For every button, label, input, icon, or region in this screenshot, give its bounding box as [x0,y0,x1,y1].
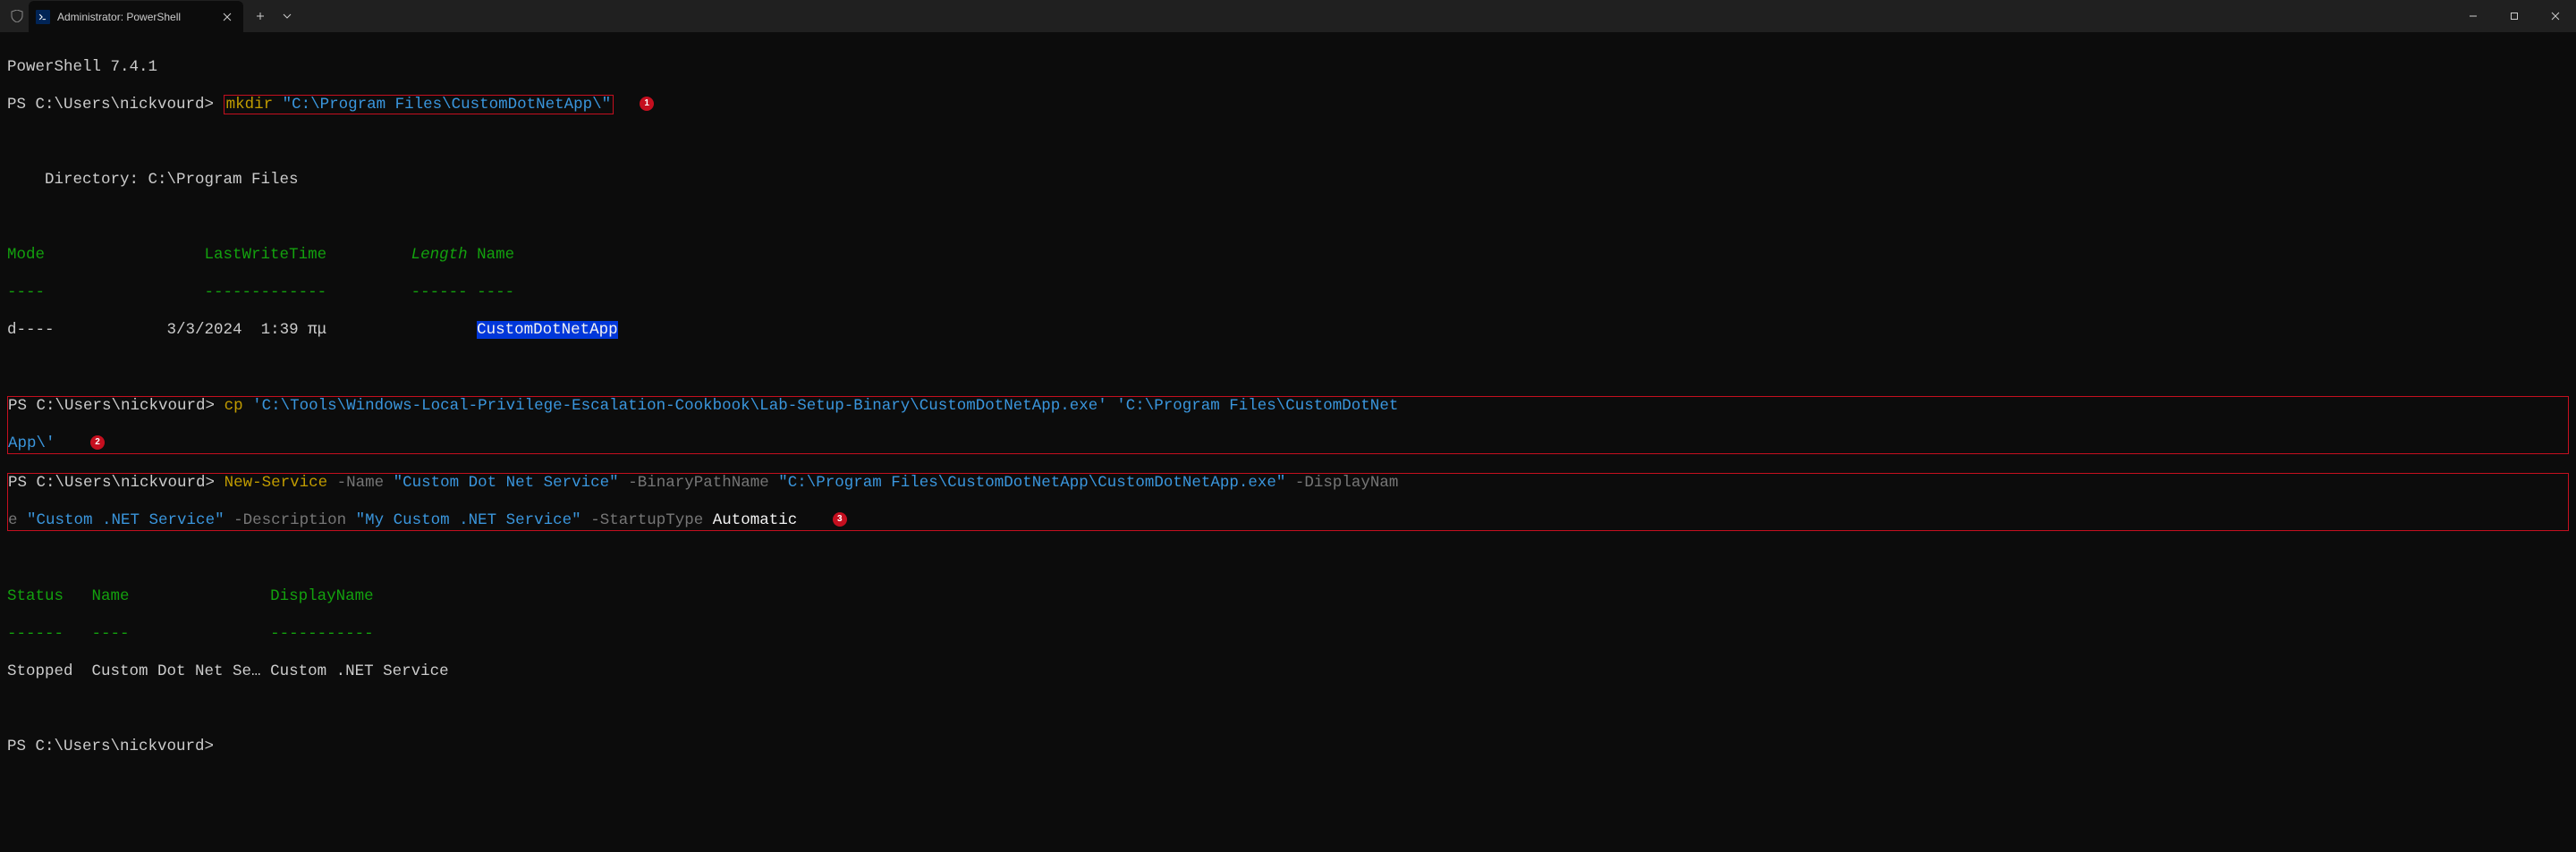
prompt-ready: PS C:\Users\nickvourd> [7,738,2569,756]
cmd-line-1: PS C:\Users\nickvourd> mkdir "C:\Program… [7,96,2569,114]
terminal-content[interactable]: PowerShell 7.4.1 PS C:\Users\nickvourd> … [0,32,2576,782]
cmd-line-3-box: PS C:\Users\nickvourd> New-Service -Name… [7,473,2569,531]
tab-dropdown-button[interactable] [274,3,301,30]
annotation-2: 2 [90,435,105,450]
maximize-button[interactable] [2494,0,2535,32]
service-table-row: Stopped Custom Dot Net Se… Custom .NET S… [7,662,2569,681]
tab-powershell[interactable]: Administrator: PowerShell [29,1,243,33]
dir-table-header: Mode LastWriteTime Length Name [7,246,2569,265]
cmd-line-2-box: PS C:\Users\nickvourd> cp 'C:\Tools\Wind… [7,396,2569,454]
window-controls [2453,0,2576,32]
created-dir-name: CustomDotNetApp [477,321,618,339]
minimize-button[interactable] [2453,0,2494,32]
annotation-3: 3 [833,512,847,527]
close-button[interactable] [2535,0,2576,32]
powershell-icon [36,10,50,24]
service-table-divider: ------ ---- ----------- [7,625,2569,644]
dir-table-row: d---- 3/3/2024 1:39 πμ CustomDotNetApp [7,321,2569,340]
titlebar: Administrator: PowerShell [0,0,2576,32]
service-table-header: Status Name DisplayName [7,587,2569,606]
tab-title: Administrator: PowerShell [57,11,213,23]
uac-shield-icon [9,8,25,24]
new-tab-button[interactable] [247,3,274,30]
directory-heading: Directory: C:\Program Files [7,171,2569,190]
dir-table-divider: ---- ------------- ------ ---- [7,283,2569,302]
tab-close-button[interactable] [220,10,234,24]
annotation-1: 1 [640,97,654,111]
ps-version: PowerShell 7.4.1 [7,58,2569,77]
